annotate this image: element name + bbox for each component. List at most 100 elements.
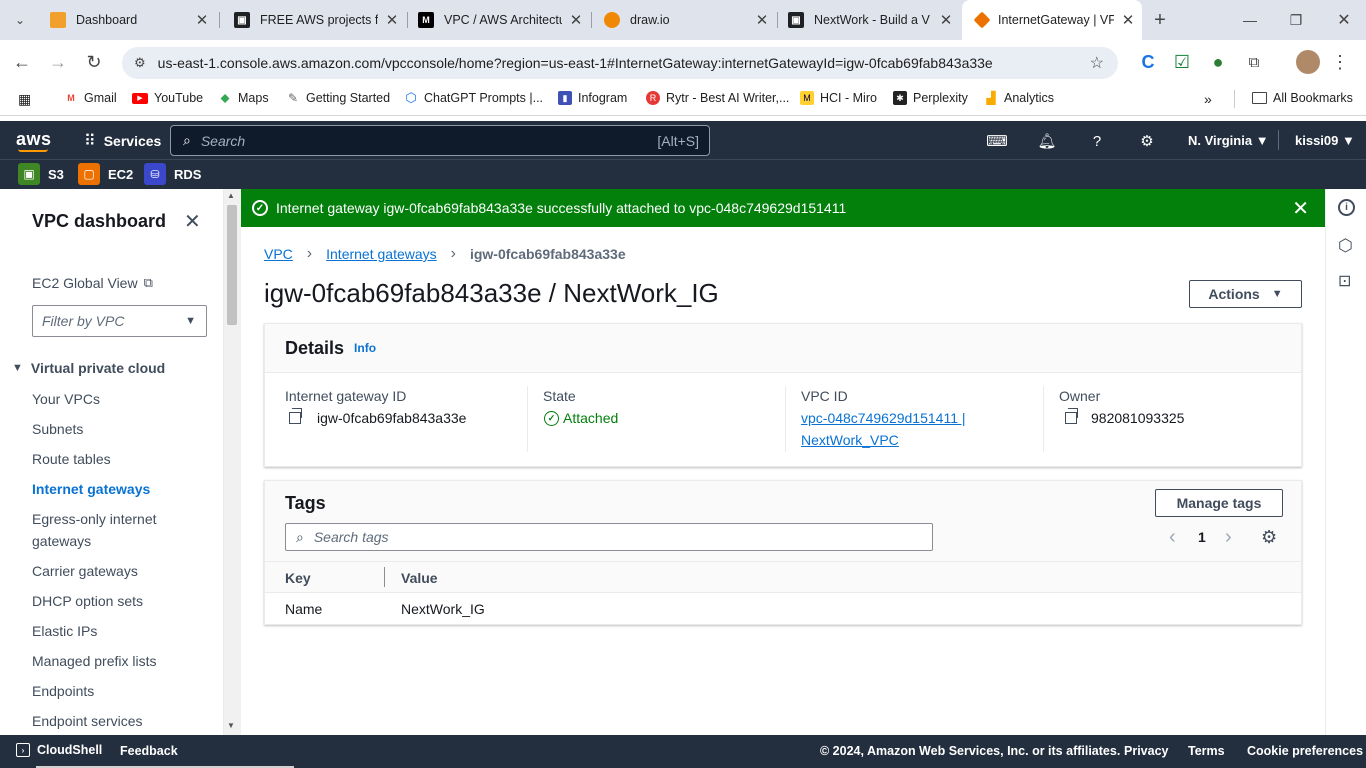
back-arrow-icon[interactable]: ← [10, 50, 34, 74]
cloudshell-icon[interactable]: ⌨ [986, 131, 1008, 151]
more-bookmarks-chevron-icon[interactable]: » [1204, 91, 1212, 107]
extension-c-icon[interactable]: C [1136, 50, 1160, 74]
reload-icon[interactable]: ↻ [82, 50, 106, 74]
vpc-id-link[interactable]: vpc-048c749629d151411 | [801, 410, 966, 426]
close-window-icon[interactable]: ✕ [1332, 8, 1356, 32]
next-page-icon[interactable]: › [1225, 526, 1232, 549]
sidebar-item-subnets[interactable]: Subnets [32, 421, 83, 437]
sidebar-item-egress-only-internet-gateways[interactable]: Egress-only internet gateways [32, 508, 182, 552]
info-link[interactable]: Info [354, 341, 376, 355]
help-icon[interactable]: ? [1087, 131, 1107, 151]
scrollbar-thumb[interactable] [227, 205, 237, 325]
favorite-s3[interactable]: ▣ S3 [18, 163, 64, 185]
dismiss-flash-icon[interactable]: ✕ [1292, 196, 1309, 221]
sidebar-item-carrier-gateways[interactable]: Carrier gateways [32, 563, 138, 579]
favorite-ec2[interactable]: ▢ EC2 [78, 163, 133, 185]
current-page-number[interactable]: 1 [1198, 529, 1206, 545]
cloudshell-button[interactable]: › CloudShell [16, 743, 102, 757]
forward-arrow-icon[interactable]: → [46, 50, 70, 74]
services-menu[interactable]: ⠿ Services [84, 131, 161, 151]
restore-window-icon[interactable]: ❐ [1284, 8, 1308, 32]
tab-nextwork-build-vpc[interactable]: ▣ NextWork - Build a V ✕ [774, 0, 960, 40]
close-sidebar-icon[interactable]: ✕ [184, 209, 201, 234]
scroll-down-icon[interactable]: ▼ [227, 721, 235, 730]
settings-gear-icon[interactable]: ⚙ [1137, 131, 1157, 151]
aws-logo[interactable]: aws [16, 129, 52, 150]
extensions-puzzle-icon[interactable]: ⧉ [1242, 50, 1266, 74]
vpc-name-link[interactable]: NextWork_VPC [801, 432, 899, 448]
privacy-link[interactable]: Privacy [1124, 744, 1168, 758]
sidebar-item-ec2-global-view[interactable]: EC2 Global View ⧉ [32, 275, 153, 291]
sidebar-scrollbar[interactable]: ▲ ▼ [224, 189, 241, 735]
tab-dashboard[interactable]: Dashboard ✕ [36, 0, 216, 40]
close-tab-icon[interactable]: ✕ [748, 11, 776, 29]
url-field[interactable]: ⚙ us-east-1.console.aws.amazon.com/vpcco… [122, 47, 1118, 79]
bookmark-youtube[interactable]: ▶ YouTube [132, 91, 203, 105]
info-panel-icon[interactable]: i [1338, 199, 1355, 216]
favorite-rds[interactable]: ⛁ RDS [144, 163, 201, 185]
site-info-icon[interactable]: ⚙ [134, 55, 146, 71]
close-tab-icon[interactable]: ✕ [932, 11, 960, 29]
manage-tags-button[interactable]: Manage tags [1155, 489, 1283, 517]
bookmark-rytr[interactable]: R Rytr - Best AI Writer,... [646, 91, 789, 105]
sidebar-item-endpoints[interactable]: Endpoints [32, 683, 94, 699]
actions-button[interactable]: Actions ▼ [1189, 280, 1302, 308]
tab-vpc-architecture[interactable]: M VPC / AWS Architectu ✕ [404, 0, 590, 40]
bookmark-analytics[interactable]: ▟ Analytics [984, 91, 1054, 105]
caret-down-icon: ▼ [1255, 133, 1269, 148]
tab-free-aws-projects[interactable]: ▣ FREE AWS projects fo ✕ [220, 0, 406, 40]
sidebar-item-internet-gateways[interactable]: Internet gateways [32, 481, 150, 497]
bookmark-chatgpt-prompts[interactable]: ⬡ ChatGPT Prompts |... [404, 90, 543, 105]
feedback-chat-icon[interactable]: ⊡ [1338, 271, 1351, 291]
bookmark-perplexity[interactable]: ✱ Perplexity [893, 91, 968, 105]
region-selector[interactable]: N. Virginia ▼ [1188, 133, 1269, 148]
account-menu[interactable]: kissi09 ▼ [1295, 133, 1355, 148]
notifications-bell-icon[interactable]: 🔔︎ [1037, 131, 1057, 151]
sidebar-item-managed-prefix-lists[interactable]: Managed prefix lists [32, 653, 157, 669]
feedback-link[interactable]: Feedback [120, 744, 178, 758]
column-header-value[interactable]: Value [401, 570, 438, 586]
close-tab-icon[interactable]: ✕ [1114, 11, 1142, 29]
copy-icon[interactable] [1065, 408, 1078, 424]
bookmark-infogram[interactable]: ▮ Infogram [558, 91, 627, 105]
profile-avatar[interactable] [1296, 50, 1320, 74]
breadcrumb-vpc[interactable]: VPC [264, 246, 293, 262]
bookmark-star-icon[interactable]: ☆ [1090, 53, 1104, 73]
filter-by-vpc-select[interactable]: Filter by VPC ▼ [32, 305, 207, 337]
apps-grid-icon[interactable]: ▦ [18, 91, 31, 108]
extension-globe-icon[interactable]: ● [1206, 50, 1230, 74]
tab-internet-gateway[interactable]: InternetGateway | VP ✕ [962, 0, 1142, 40]
copy-icon[interactable] [289, 408, 302, 424]
scroll-up-icon[interactable]: ▲ [227, 191, 235, 200]
close-tab-icon[interactable]: ✕ [562, 11, 590, 29]
section-virtual-private-cloud[interactable]: ▼ Virtual private cloud [12, 360, 165, 376]
bookmark-getting-started[interactable]: ✎ Getting Started [286, 91, 390, 105]
column-header-key[interactable]: Key [285, 570, 311, 586]
sidebar-item-dhcp-option-sets[interactable]: DHCP option sets [32, 593, 143, 609]
breadcrumb-internet-gateways[interactable]: Internet gateways [326, 246, 437, 262]
close-tab-icon[interactable]: ✕ [188, 11, 216, 29]
browser-menu-icon[interactable]: ⋮ [1328, 50, 1352, 74]
minimize-window-icon[interactable]: — [1238, 8, 1262, 32]
close-tab-icon[interactable]: ✕ [378, 11, 406, 29]
terms-link[interactable]: Terms [1188, 744, 1225, 758]
column-resizer[interactable] [384, 567, 385, 587]
cookie-preferences-link[interactable]: Cookie preferences [1247, 744, 1363, 758]
sidebar-item-route-tables[interactable]: Route tables [32, 451, 111, 467]
bookmark-maps[interactable]: ⬥ Maps [218, 90, 268, 105]
sidebar-item-your-vpcs[interactable]: Your VPCs [32, 391, 100, 407]
search-tags-input[interactable]: ⌕ Search tags [285, 523, 933, 551]
new-tab-plus-icon[interactable]: + [1148, 8, 1172, 32]
sidebar-item-endpoint-services[interactable]: Endpoint services [32, 713, 143, 729]
sidebar-item-elastic-ips[interactable]: Elastic IPs [32, 623, 97, 639]
aws-search-input[interactable]: ⌕ Search [Alt+S] [170, 125, 710, 156]
tab-search-chevron-icon[interactable]: ⌄ [8, 8, 32, 32]
tab-drawio[interactable]: draw.io ✕ [590, 0, 776, 40]
extension-check-icon[interactable]: ☑ [1170, 50, 1194, 74]
bookmark-gmail[interactable]: M Gmail [64, 91, 116, 105]
bookmark-hci-miro[interactable]: M HCI - Miro [800, 91, 877, 105]
tutorial-hexagon-icon[interactable]: ⬡ [1338, 236, 1353, 256]
all-bookmarks[interactable]: All Bookmarks [1252, 91, 1353, 105]
previous-page-icon[interactable]: ‹ [1169, 526, 1176, 549]
table-preferences-gear-icon[interactable]: ⚙ [1261, 527, 1277, 548]
